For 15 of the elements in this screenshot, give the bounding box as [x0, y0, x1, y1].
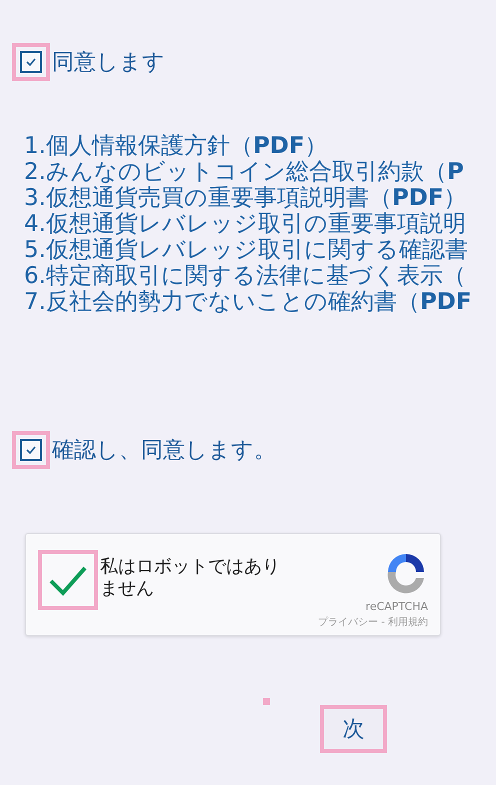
checkbox[interactable] [20, 439, 42, 461]
document-link[interactable]: 1.個人情報保護方針（PDF） [24, 133, 496, 159]
document-link[interactable]: 7.反社会的勢力でないことの確約書（PDF [24, 289, 496, 315]
confirm-label: 確認し、同意します。 [52, 437, 276, 465]
checkbox[interactable] [20, 51, 42, 73]
document-link[interactable]: 5.仮想通貨レバレッジ取引に関する確認書 [24, 237, 496, 263]
checkmark-icon [26, 58, 36, 66]
recaptcha-brand: reCAPTCHA [366, 600, 428, 613]
checkmark-icon [26, 446, 36, 454]
captcha-label: 私はロボットではありません [100, 556, 281, 600]
document-link[interactable]: 3.仮想通貨売買の重要事項説明書（PDF） [24, 185, 496, 211]
document-link[interactable]: 6.特定商取引に関する法律に基づく表示（ [24, 263, 496, 289]
document-link[interactable]: 2.みんなのビットコイン総合取引約款（P [24, 159, 496, 185]
document-link[interactable]: 4.仮想通貨レバレッジ取引の重要事項説明 [24, 211, 496, 237]
agree-label: 同意します [52, 49, 165, 77]
